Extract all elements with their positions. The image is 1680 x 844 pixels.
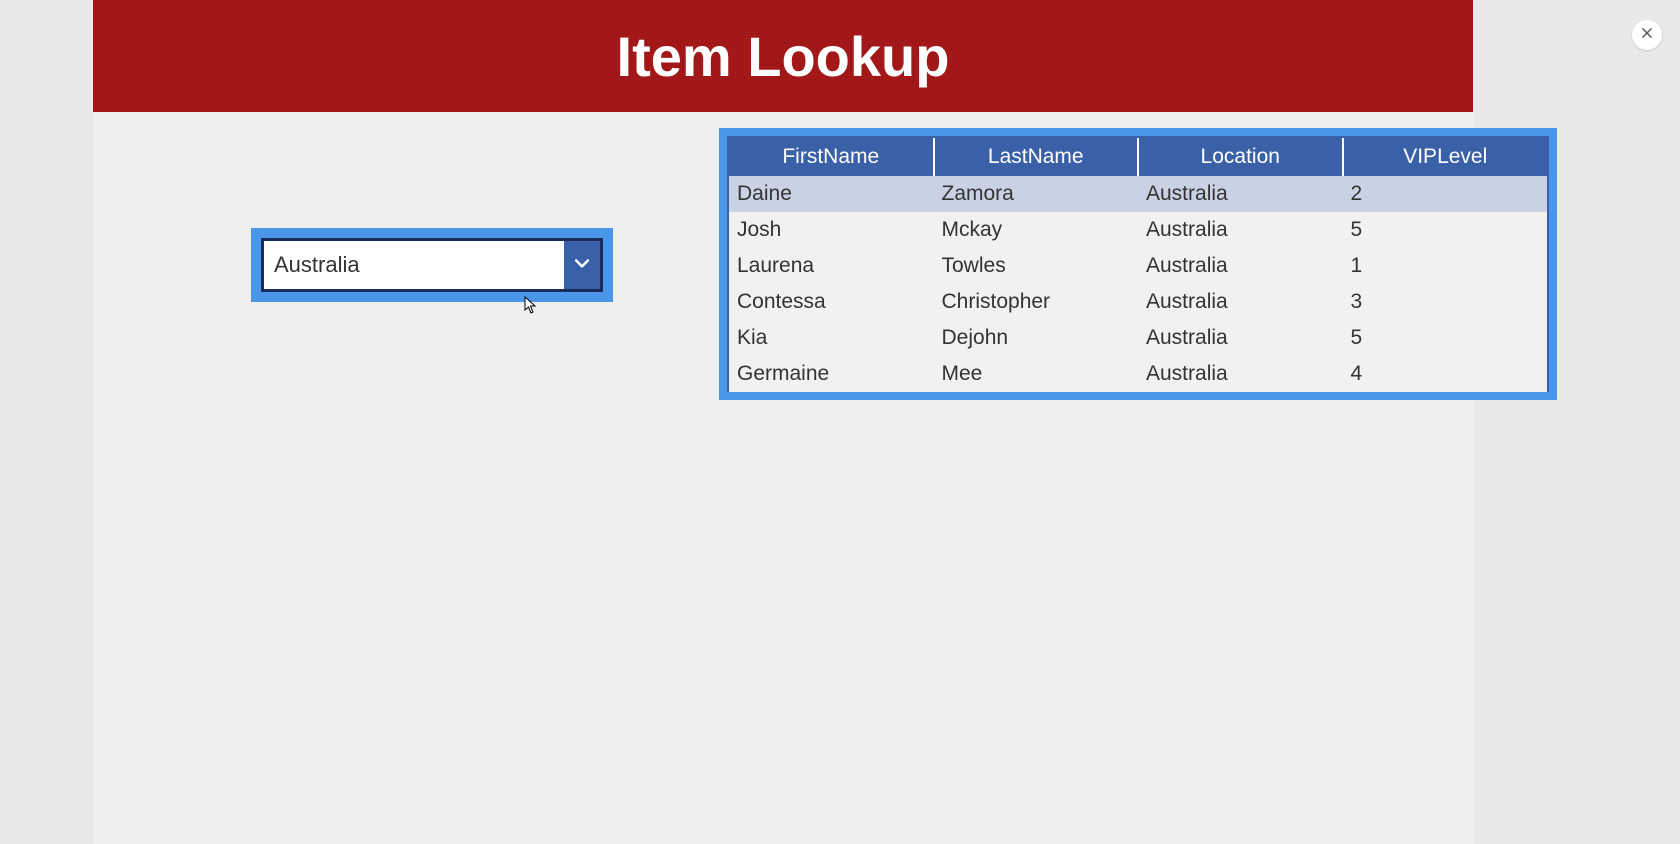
table-cell: Mckay	[934, 212, 1139, 248]
table-cell: Australia	[1138, 248, 1343, 284]
table-cell: Contessa	[729, 284, 934, 320]
results-table-inner: FirstName LastName Location VIPLevel Dai…	[727, 136, 1549, 392]
table-cell: Australia	[1138, 176, 1343, 212]
table-row[interactable]: LaurenaTowlesAustralia1	[729, 248, 1547, 284]
table-cell: 4	[1343, 356, 1548, 392]
dropdown-selected-value: Australia	[264, 241, 564, 289]
table-cell: Daine	[729, 176, 934, 212]
table-cell: 1	[1343, 248, 1548, 284]
close-icon	[1640, 26, 1654, 45]
table-cell: Australia	[1138, 356, 1343, 392]
location-dropdown[interactable]: Australia	[251, 228, 613, 302]
table-cell: 5	[1343, 212, 1548, 248]
table-row[interactable]: KiaDejohnAustralia5	[729, 320, 1547, 356]
table-row[interactable]: JoshMckayAustralia5	[729, 212, 1547, 248]
chevron-down-icon	[572, 253, 592, 278]
table-cell: Laurena	[729, 248, 934, 284]
table-cell: Kia	[729, 320, 934, 356]
dropdown-inner: Australia	[261, 238, 603, 292]
dropdown-arrow-button[interactable]	[564, 241, 600, 289]
table-cell: Germaine	[729, 356, 934, 392]
table-row[interactable]: GermaineMeeAustralia4	[729, 356, 1547, 392]
table-cell: Zamora	[934, 176, 1139, 212]
table-cell: Dejohn	[934, 320, 1139, 356]
table-cell: Australia	[1138, 284, 1343, 320]
table-cell: Christopher	[934, 284, 1139, 320]
table-cell: 2	[1343, 176, 1548, 212]
table-row[interactable]: ContessaChristopherAustralia3	[729, 284, 1547, 320]
column-header-viplevel[interactable]: VIPLevel	[1343, 138, 1548, 176]
table-row[interactable]: DaineZamoraAustralia2	[729, 176, 1547, 212]
close-button[interactable]	[1632, 20, 1662, 50]
results-table-wrapper: FirstName LastName Location VIPLevel Dai…	[719, 128, 1557, 400]
table-cell: 3	[1343, 284, 1548, 320]
table-cell: 5	[1343, 320, 1548, 356]
table-cell: Australia	[1138, 320, 1343, 356]
results-table[interactable]: FirstName LastName Location VIPLevel Dai…	[729, 138, 1547, 392]
table-cell: Australia	[1138, 212, 1343, 248]
header-bar: Item Lookup	[93, 0, 1473, 112]
table-cell: Towles	[934, 248, 1139, 284]
app-container: Item Lookup Australia FirstName LastName	[93, 0, 1473, 844]
column-header-firstname[interactable]: FirstName	[729, 138, 934, 176]
page-title: Item Lookup	[617, 24, 950, 89]
table-cell: Josh	[729, 212, 934, 248]
table-header-row: FirstName LastName Location VIPLevel	[729, 138, 1547, 176]
column-header-location[interactable]: Location	[1138, 138, 1343, 176]
column-header-lastname[interactable]: LastName	[934, 138, 1139, 176]
table-cell: Mee	[934, 356, 1139, 392]
